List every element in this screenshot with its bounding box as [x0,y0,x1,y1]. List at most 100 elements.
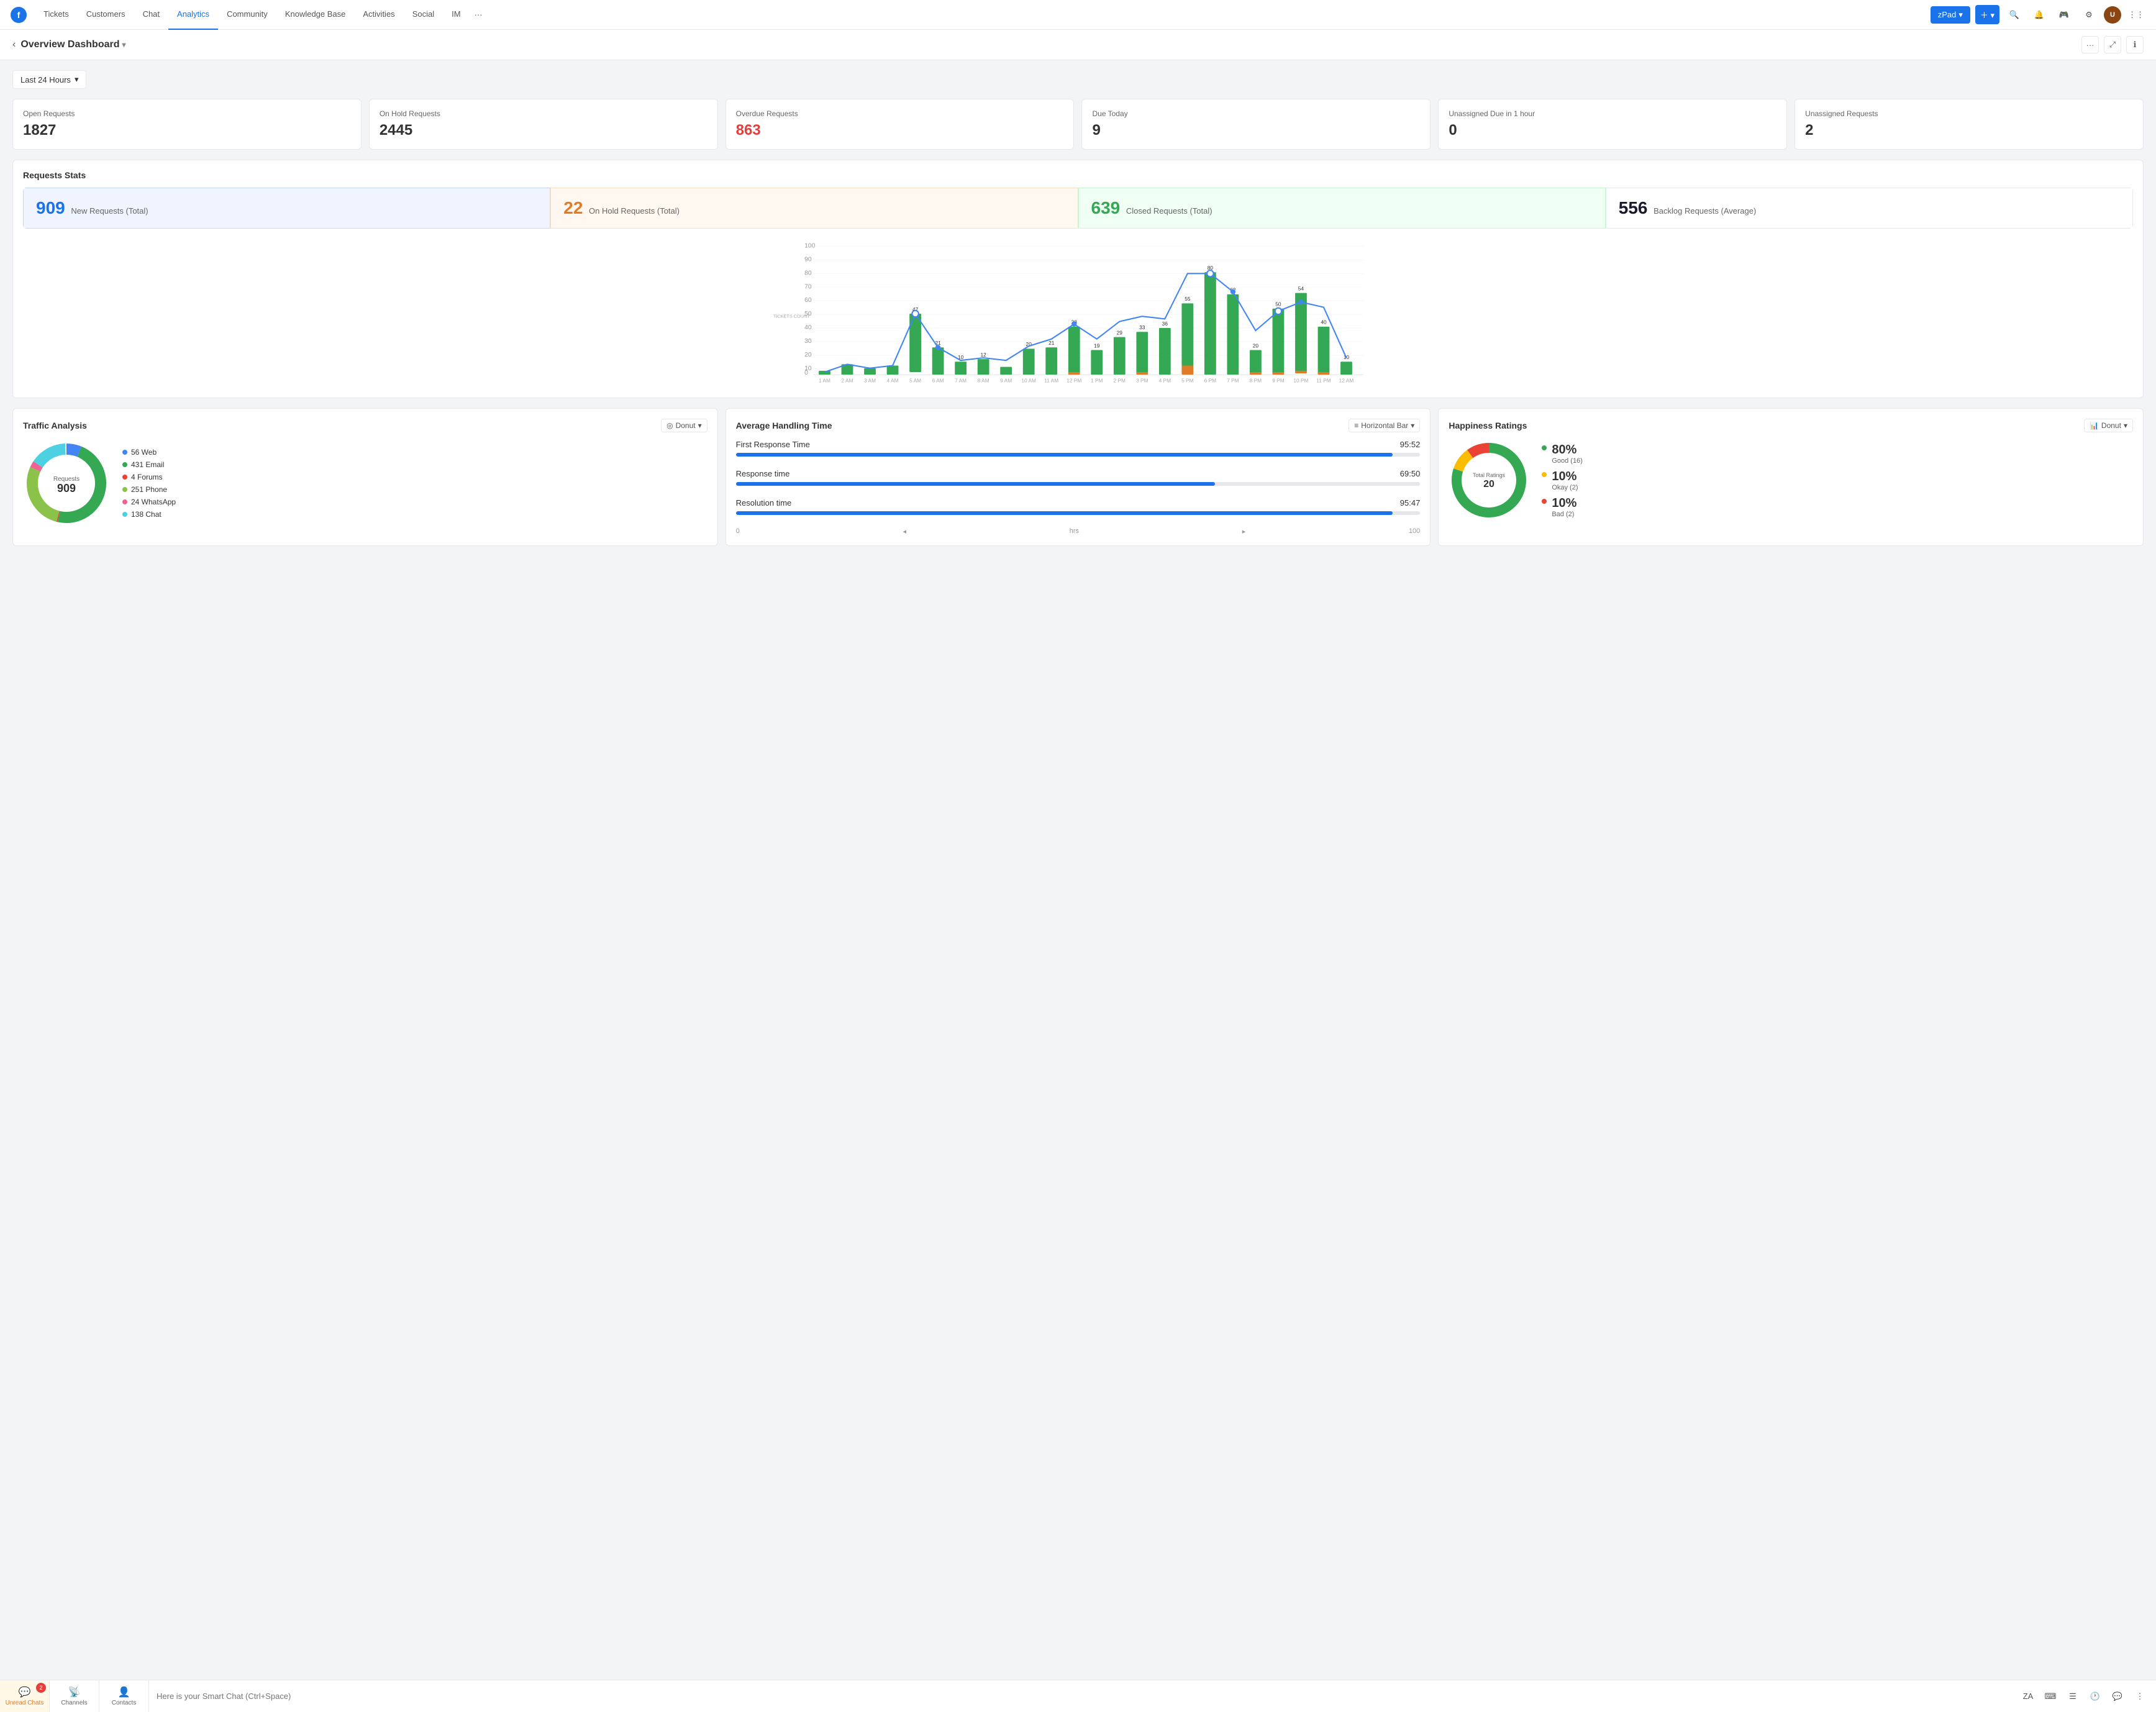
contacts-label: Contacts [112,1700,136,1706]
svg-text:5 AM: 5 AM [909,378,921,384]
nav-item-social[interactable]: Social [404,0,443,30]
nav-item-im[interactable]: IM [443,0,469,30]
svg-text:1 AM: 1 AM [819,378,830,384]
more-icon[interactable]: ⋮ [2131,1688,2149,1705]
chat-input[interactable] [157,1692,2004,1701]
nav-item-knowledge-base[interactable]: Knowledge Base [276,0,355,30]
page-title: Overview Dashboard ▾ [20,39,125,50]
menu-icon[interactable]: ☰ [2064,1688,2081,1705]
happiness-header: Happiness Ratings 📊 Donut ▾ [1449,419,2133,432]
nav-item-customers[interactable]: Customers [78,0,134,30]
zpad-button[interactable]: zPad ▾ [1931,6,1970,24]
phone-label: 251 Phone [131,485,167,494]
closed-requests-summary: 639 Closed Requests (Total) [1078,188,1606,229]
forums-dot [122,475,127,480]
bottom-bar: 💬 Unread Chats 2 📡 Channels 👤 Contacts Z… [0,1680,2156,1712]
svg-text:9 AM: 9 AM [1000,378,1012,384]
channels-tab[interactable]: 📡 Channels [50,1680,99,1712]
resolution-time-header: Resolution time 95:47 [736,498,1421,508]
more-options-button[interactable]: ··· [2081,36,2099,53]
svg-text:100: 100 [804,243,816,250]
search-button[interactable]: 🔍 [2004,5,2024,25]
za-icon[interactable]: ZA [2019,1688,2037,1705]
date-filter[interactable]: Last 24 Hours ▾ [12,70,86,89]
chat-label: 138 Chat [131,510,161,519]
top-navigation: f Tickets Customers Chat Analytics Commu… [0,0,2156,30]
stat-label-open: Open Requests [23,109,351,118]
contacts-tab[interactable]: 👤 Contacts [99,1680,149,1712]
stat-value-hold: 2445 [380,122,707,139]
forums-label: 4 Forums [131,473,163,481]
handling-time-control[interactable]: ≡ Horizontal Bar ▾ [1349,419,1420,432]
clock-icon[interactable]: 🕐 [2086,1688,2104,1705]
resolution-time-bar-bg [736,511,1421,515]
web-label: 56 Web [131,448,157,457]
svg-text:0: 0 [804,370,808,376]
back-button[interactable]: ‹ [12,39,16,50]
app-logo[interactable]: f [10,6,27,24]
svg-text:TICKETS COUNT: TICKETS COUNT [773,314,810,319]
svg-text:20: 20 [1483,479,1494,489]
svg-text:21: 21 [1048,340,1055,346]
legend-item-email: 431 Email [122,460,176,469]
stat-label-unassigned: Unassigned Requests [1805,109,2133,118]
nav-item-tickets[interactable]: Tickets [35,0,78,30]
svg-text:9 PM: 9 PM [1272,378,1285,384]
stat-value-unassigned: 2 [1805,122,2133,139]
bar-chart-icon: ≡ [1354,421,1358,430]
new-requests-label: New Requests (Total) [71,206,148,216]
unread-chats-label: Unread Chats [6,1700,44,1706]
handling-time-panel: Average Handling Time ≡ Horizontal Bar ▾… [725,408,1431,546]
svg-text:6 AM: 6 AM [932,378,944,384]
okay-label: Okay (2) [1552,484,1578,491]
traffic-analysis-control[interactable]: ◎ Donut ▾ [661,419,707,432]
hold-requests-summary: 22 On Hold Requests (Total) [550,188,1078,229]
stat-card-due-today: Due Today 9 [1081,99,1431,150]
traffic-chart-arrow: ▾ [698,421,702,430]
stat-value-overdue: 863 [736,122,1064,139]
good-label: Good (16) [1552,457,1583,465]
nav-item-activities[interactable]: Activities [354,0,403,30]
traffic-analysis-header: Traffic Analysis ◎ Donut ▾ [23,419,707,432]
happiness-legend: 80% Good (16) 10% Okay (2) [1542,443,1583,518]
svg-text:20: 20 [1253,342,1259,348]
user-avatar[interactable]: U [2104,6,2121,24]
chat-input-area[interactable] [149,1692,2012,1701]
svg-text:40: 40 [804,324,812,331]
handling-time-header: Average Handling Time ≡ Horizontal Bar ▾ [736,419,1421,432]
expand-button[interactable]: ⤢ [2104,36,2121,53]
svg-text:11 PM: 11 PM [1316,378,1331,384]
nav-item-chat[interactable]: Chat [134,0,168,30]
happiness-donut-svg: Total Ratings 20 [1449,440,1529,521]
good-dot [1542,445,1547,450]
page-title-dropdown[interactable]: ▾ [122,40,126,49]
games-button[interactable]: 🎮 [2054,5,2074,25]
happiness-control[interactable]: 📊 Donut ▾ [2084,419,2133,432]
resolution-time-item: Resolution time 95:47 [736,498,1421,515]
svg-text:Total Ratings: Total Ratings [1473,472,1506,478]
keyboard-icon[interactable]: ⌨ [2042,1688,2059,1705]
nav-more-button[interactable]: ··· [470,0,488,30]
chat-bubble-icon[interactable]: 💬 [2109,1688,2126,1705]
apps-button[interactable]: ⋮⋮ [2126,5,2146,25]
channels-icon: 📡 [68,1686,81,1698]
notifications-button[interactable]: 🔔 [2029,5,2049,25]
legend-item-chat: 138 Chat [122,510,176,519]
stat-card-hold: On Hold Requests 2445 [369,99,718,150]
handling-time-title: Average Handling Time [736,421,832,430]
new-requests-num: 909 [36,198,65,217]
svg-text:7 PM: 7 PM [1227,378,1239,384]
happiness-good: 80% Good (16) [1542,443,1583,465]
stat-card-unassigned: Unassigned Requests 2 [1794,99,2144,150]
new-item-button[interactable]: ＋ ▾ [1975,5,1999,24]
happiness-chart-icon: 📊 [2090,421,2099,430]
nav-item-community[interactable]: Community [218,0,276,30]
legend-item-whatsapp: 24 WhatsApp [122,498,176,506]
backlog-requests-label: Backlog Requests (Average) [1653,206,1756,216]
resolution-time-value: 95:47 [1400,498,1421,508]
info-button[interactable]: ℹ [2126,36,2144,53]
svg-text:4 AM: 4 AM [887,378,899,384]
svg-text:29: 29 [1117,329,1123,335]
nav-item-analytics[interactable]: Analytics [168,0,218,30]
settings-button[interactable]: ⚙ [2079,5,2099,25]
